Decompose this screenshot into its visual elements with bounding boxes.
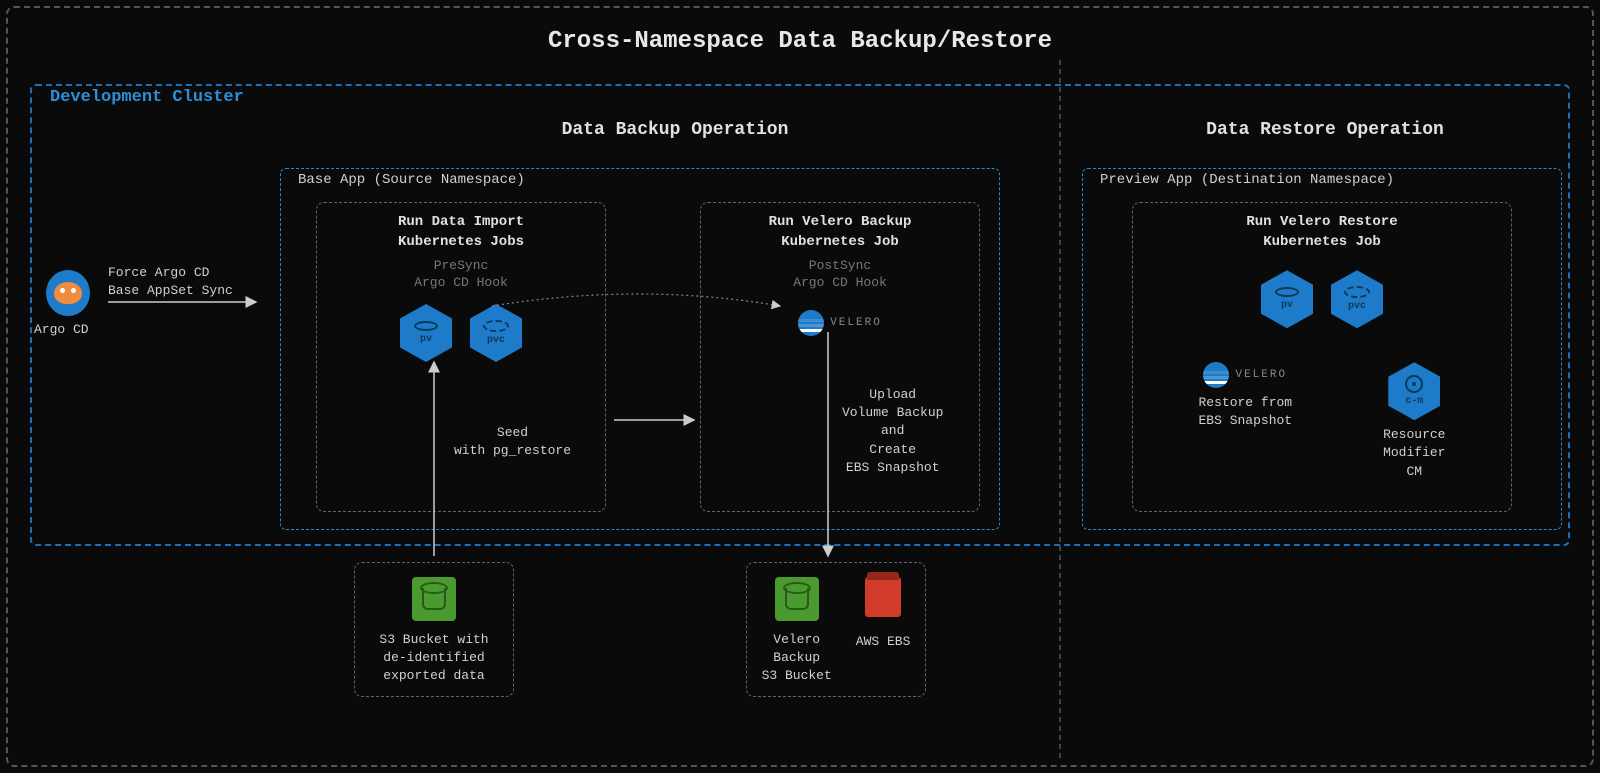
argo-action-line2: Base AppSet Sync [108,283,233,298]
main-title: Cross-Namespace Data Backup/Restore [548,28,1052,55]
pv-label: pv [420,334,432,345]
upload-label: Upload Volume Backup and Create EBS Snap… [842,386,943,477]
dev-cluster-label: Development Cluster [44,88,250,107]
vrestore-t1: Run Velero Restore [1246,214,1397,230]
postsync-2: Argo CD Hook [793,275,887,290]
vs3-1: Velero [773,632,820,647]
s3s-1: S3 Bucket with [379,632,488,647]
rm-1: Resource [1383,427,1445,442]
restore-velero-col: VELERO Restore from EBS Snapshot [1198,362,1292,481]
argo-cd-icon [46,270,90,316]
vs3-3: S3 Bucket [762,668,832,683]
argo-cd-label: Argo CD [34,322,89,337]
up-2: Volume Backup [842,405,943,420]
seed-2: with pg_restore [454,443,571,458]
restore-velero-icon [1203,362,1229,388]
restore-pv-label: pv [1281,300,1293,311]
pvc-label: pvc [487,335,505,346]
velero-s3-label: Velero Backup S3 Bucket [762,631,832,686]
velero-s3-ebs-box: Velero Backup S3 Bucket AWS EBS [746,562,926,697]
vs3-2: Backup [773,650,820,665]
vrestore-t2: Kubernetes Job [1263,234,1381,250]
presync-1: PreSync [434,258,489,273]
argo-action-text: Force Argo CD Base AppSet Sync [108,264,233,300]
rfs-1: Restore from [1198,395,1292,410]
velero-restore-box: Run Velero Restore Kubernetes Job pv pvc… [1132,202,1512,512]
pvc-icon: pvc [470,304,522,362]
up-1: Upload [869,387,916,402]
velero-logo: VELERO [701,310,979,336]
s3-source-box: S3 Bucket with de-identified exported da… [354,562,514,697]
velero-backup-title: Run Velero Backup Kubernetes Job [701,203,979,252]
postsync-hook-label: PostSync Argo CD Hook [701,258,979,292]
restore-pvc-icon: pvc [1331,270,1383,328]
aws-ebs-label: AWS EBS [856,634,911,649]
restore-section-title: Data Restore Operation [1105,120,1545,140]
configmap-icon: c-m [1388,362,1440,420]
s3s-3: exported data [383,668,484,683]
base-app-label: Base App (Source Namespace) [294,172,529,188]
restore-from-snapshot-label: Restore from EBS Snapshot [1198,394,1292,430]
velero-icon [798,310,824,336]
resource-modifier-col: c-m Resource Modifier CM [1383,362,1445,481]
restore-velero-logo: VELERO [1198,362,1292,388]
rm-2: Modifier [1383,445,1445,460]
seed-label: Seed with pg_restore [454,424,571,460]
rm-3: CM [1406,464,1422,479]
s3s-2: de-identified [383,650,484,665]
velero-logo-text: VELERO [830,317,882,329]
preview-app-label: Preview App (Destination Namespace) [1096,172,1398,188]
up-4: Create [869,442,916,457]
restore-velero-text: VELERO [1235,369,1287,381]
up-3: and [881,423,904,438]
seed-1: Seed [497,425,528,440]
argo-action-line1: Force Argo CD [108,265,209,280]
backup-section-title: Data Backup Operation [345,120,1005,140]
restore-pvc-label: pvc [1348,301,1366,312]
s3-source-label: S3 Bucket with de-identified exported da… [365,631,503,686]
up-5: EBS Snapshot [846,460,940,475]
rfs-2: EBS Snapshot [1198,413,1292,428]
restore-pv-icon: pv [1261,270,1313,328]
pv-icon: pv [400,304,452,362]
postsync-1: PostSync [809,258,871,273]
velero-s3-bucket-icon [775,577,819,621]
vbackup-t1: Run Velero Backup [769,214,912,230]
velero-restore-title: Run Velero Restore Kubernetes Job [1133,203,1511,252]
s3-bucket-icon [412,577,456,621]
aws-ebs-icon [865,577,901,617]
import-job-box: Run Data Import Kubernetes Jobs PreSync … [316,202,606,512]
import-job-title: Run Data Import Kubernetes Jobs [317,203,605,252]
presync-2: Argo CD Hook [414,275,508,290]
resource-modifier-label: Resource Modifier CM [1383,426,1445,481]
import-title-2: Kubernetes Jobs [398,234,524,250]
vbackup-t2: Kubernetes Job [781,234,899,250]
cm-hex-label: c-m [1405,396,1423,407]
import-title-1: Run Data Import [398,214,524,230]
presync-hook-label: PreSync Argo CD Hook [317,258,605,292]
